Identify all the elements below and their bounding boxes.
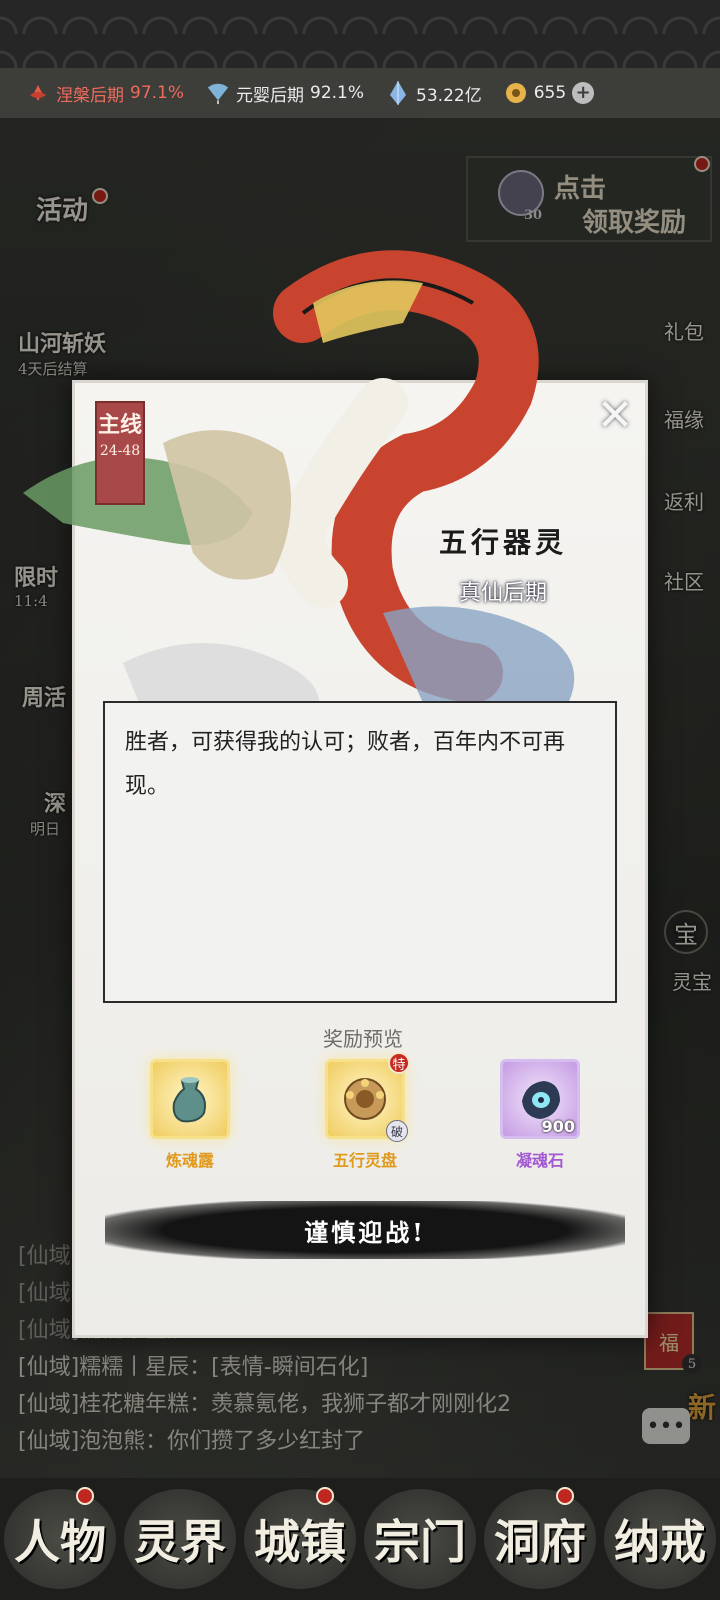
jade-coin-icon [504,81,528,105]
cultivation-1-label: 涅槃后期 [56,85,124,106]
jade-value: 655 [533,83,567,103]
cultivation-2-label: 元婴后期 [236,85,305,106]
cultivation-stat-2[interactable]: 元婴后期 92.1% [206,81,364,106]
add-jade-button[interactable]: + [572,82,595,104]
nav-spirit-realm-label: 灵界 [134,1515,226,1569]
fan-icon [206,81,230,105]
close-button[interactable]: ✕ [595,390,635,441]
cultivation-2-percent: 92.1% [310,83,365,103]
spirit-bottle-icon [150,1059,230,1139]
chapter-label: 主线 [97,412,142,438]
cultivation-1-percent: 97.1% [130,83,185,103]
reward-name: 炼魂露 [165,1151,214,1170]
reward-item[interactable]: 900 凝魂石 [495,1059,585,1171]
spirit-stone-value: 53.22亿 [416,85,482,106]
nav-character-badge [76,1487,94,1505]
nav-town-label: 城镇 [254,1515,346,1569]
reward-name: 凝魂石 [515,1151,564,1170]
nav-character[interactable]: 人物 [4,1487,116,1589]
challenge-button[interactable]: 谨慎迎战! [105,1201,625,1259]
nav-cave[interactable]: 洞府 [484,1487,596,1589]
reward-quantity: 900 [541,1117,575,1136]
nav-town[interactable]: 城镇 [244,1487,356,1589]
cultivation-stat-1[interactable]: 涅槃后期 97.1% [26,81,184,106]
jade-stat[interactable]: 655 + [504,81,595,105]
boss-name: 五行器灵 [439,526,568,559]
nav-storage-ring[interactable]: 纳戒 [604,1489,716,1589]
boss-challenge-dialog: 主线 24-48 ✕ 五行器灵 真仙后期 胜者，可获得我的认可；败者，百年内不可… [23,250,651,1338]
spirit-stone-stat[interactable]: 53.22亿 [386,81,482,106]
crystal-icon [386,81,410,105]
nav-town-badge [316,1487,334,1505]
reward-preview-title: 奖励预览 [323,1027,403,1051]
break-tag: 破 [386,1120,408,1142]
nav-sect[interactable]: 宗门 [364,1489,476,1589]
chapter-tag: 主线 24-48 [95,401,145,505]
nav-character-label: 人物 [14,1515,106,1569]
nav-spirit-realm[interactable]: 灵界 [124,1489,236,1589]
top-decoration [0,0,720,68]
bottom-nav: 人物 灵界 城镇 宗门 洞府 纳戒 [0,1478,720,1600]
resource-bar: 涅槃后期 97.1% 元婴后期 92.1% 53.22亿 655 + [0,68,720,118]
nav-sect-label: 宗门 [374,1515,466,1569]
five-elements-disc-icon: 特 破 [325,1052,410,1142]
reward-name: 五行灵盘 [332,1151,397,1170]
chapter-progress: 24-48 [99,443,141,459]
special-tag: 特 [388,1052,410,1074]
reward-item[interactable]: 特 破 五行灵盘 [320,1052,410,1171]
boss-dialog-text: 胜者，可获得我的认可；败者，百年内不可再现。 [103,701,617,1003]
lotus-icon [26,81,50,105]
reward-item[interactable]: 炼魂露 [145,1059,235,1171]
reward-list: 炼魂露 特 破 五行灵盘 900 凝魂石 [145,1052,585,1171]
nav-cave-badge [556,1487,574,1505]
boss-rank: 真仙后期 [459,581,548,606]
nav-storage-ring-label: 纳戒 [614,1515,706,1569]
nav-cave-label: 洞府 [494,1515,586,1569]
boss-artwork: 主线 24-48 ✕ 五行器灵 真仙后期 [23,250,651,736]
soul-stone-icon: 900 [500,1059,580,1139]
